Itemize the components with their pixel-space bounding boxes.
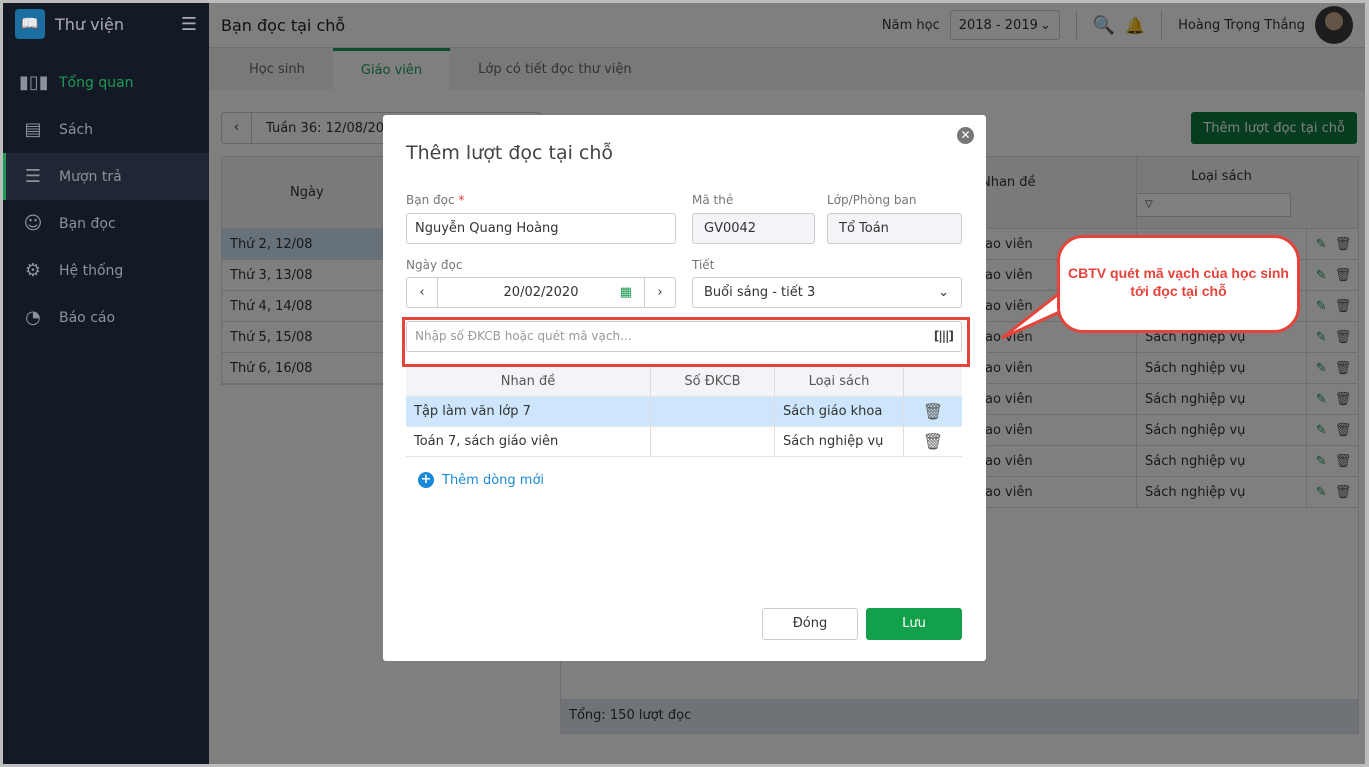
callout-pointer [1001,282,1077,340]
callout-annotation: CBTV quét mã vạch của học sinh tới đọc t… [1057,235,1300,333]
